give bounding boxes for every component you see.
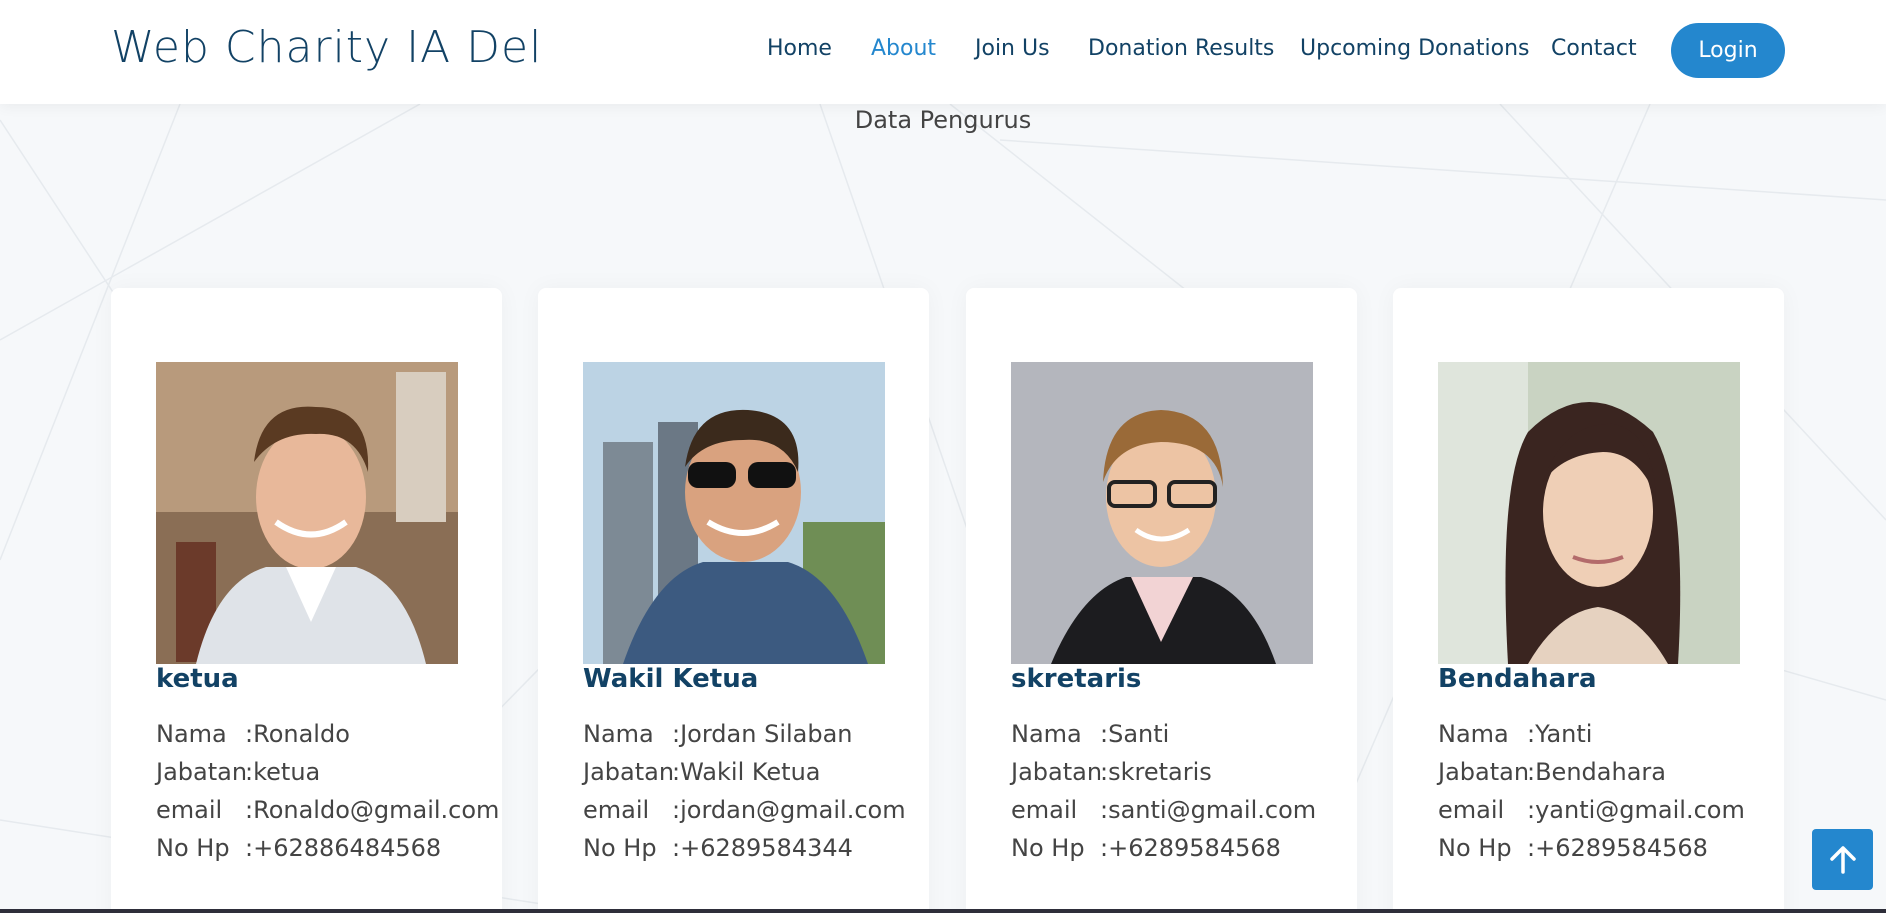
member-card-wakil-ketua: Wakil Ketua Nama: Jordan Silaban Jabatan:… xyxy=(538,288,929,913)
label-nohp: No Hp xyxy=(1438,834,1512,862)
separator: : xyxy=(1100,796,1109,824)
separator: : xyxy=(1527,720,1536,748)
nav-donation-results[interactable]: Donation Results xyxy=(1088,36,1274,61)
info-row-nohp: No Hp: +6289584344 xyxy=(583,834,906,872)
separator: : xyxy=(1100,758,1109,786)
member-role-title: skretaris xyxy=(1011,664,1142,694)
label-jabatan: Jabatan xyxy=(1438,758,1530,786)
info-row-nama: Nama: Santi xyxy=(1011,720,1316,758)
member-card-skretaris: skretaris Nama: Santi Jabatan: skretaris e… xyxy=(966,288,1357,913)
value-jabatan: skretaris xyxy=(1108,758,1212,786)
member-role-title: Wakil Ketua xyxy=(583,664,759,694)
value-nama: Santi xyxy=(1108,720,1170,748)
info-row-jabatan: Jabatan: ketua xyxy=(156,758,499,796)
info-row-nama: Nama: Yanti xyxy=(1438,720,1745,758)
site-header: Web Charity IA Del Home About Join Us Do… xyxy=(0,0,1886,104)
info-row-nohp: No Hp: +62886484568 xyxy=(156,834,499,872)
info-row-email: email: jordan@gmail.com xyxy=(583,796,906,834)
nav-join-us[interactable]: Join Us xyxy=(975,36,1050,61)
arrow-up-icon xyxy=(1829,845,1856,874)
label-nohp: No Hp xyxy=(1011,834,1085,862)
member-card-bendahara: Bendahara Nama: Yanti Jabatan: Bendahara e… xyxy=(1393,288,1784,913)
info-row-email: email: santi@gmail.com xyxy=(1011,796,1316,834)
info-row-jabatan: Jabatan: Bendahara xyxy=(1438,758,1745,796)
value-jabatan: Bendahara xyxy=(1535,758,1666,786)
member-info: Nama: Jordan Silaban Jabatan: Wakil Ketua … xyxy=(583,720,906,872)
scroll-to-top-button[interactable] xyxy=(1812,829,1873,890)
label-nama: Nama xyxy=(583,720,654,748)
member-photo xyxy=(583,362,885,664)
value-jabatan: Wakil Ketua xyxy=(680,758,821,786)
member-card-ketua: ketua Nama: Ronaldo Jabatan: ketua email: R… xyxy=(111,288,502,913)
value-email: jordan@gmail.com xyxy=(680,796,906,824)
separator: : xyxy=(1100,834,1109,862)
member-photo xyxy=(1438,362,1740,664)
member-info: Nama: Santi Jabatan: skretaris email: santi… xyxy=(1011,720,1316,872)
value-nohp: +6289584568 xyxy=(1535,834,1708,862)
separator: : xyxy=(1527,796,1536,824)
value-nama: Ronaldo xyxy=(253,720,350,748)
info-row-email: email: yanti@gmail.com xyxy=(1438,796,1745,834)
separator: : xyxy=(245,796,254,824)
value-nama: Jordan Silaban xyxy=(680,720,853,748)
separator: : xyxy=(245,834,254,862)
member-photo xyxy=(156,362,458,664)
value-nohp: +6289584568 xyxy=(1108,834,1281,862)
info-row-nohp: No Hp: +6289584568 xyxy=(1011,834,1316,872)
value-nama: Yanti xyxy=(1535,720,1593,748)
label-jabatan: Jabatan xyxy=(156,758,248,786)
separator: : xyxy=(672,720,681,748)
section-title: Data Pengurus xyxy=(854,106,1032,134)
nav-upcoming-donations[interactable]: Upcoming Donations xyxy=(1300,36,1530,61)
member-role-title: ketua xyxy=(156,664,239,694)
separator: : xyxy=(672,758,681,786)
separator: : xyxy=(1527,758,1536,786)
nav-about[interactable]: About xyxy=(871,36,936,61)
value-nohp: +6289584344 xyxy=(680,834,853,862)
label-nama: Nama xyxy=(1011,720,1082,748)
label-nama: Nama xyxy=(1438,720,1509,748)
info-row-nama: Nama: Jordan Silaban xyxy=(583,720,906,758)
value-email: yanti@gmail.com xyxy=(1535,796,1745,824)
nav-contact[interactable]: Contact xyxy=(1551,36,1637,61)
separator: : xyxy=(1100,720,1109,748)
nav-home[interactable]: Home xyxy=(767,36,832,61)
separator: : xyxy=(245,720,254,748)
separator: : xyxy=(1527,834,1536,862)
value-jabatan: ketua xyxy=(253,758,321,786)
login-button[interactable]: Login xyxy=(1671,23,1785,78)
value-nohp: +62886484568 xyxy=(253,834,442,862)
separator: : xyxy=(672,796,681,824)
label-email: email xyxy=(156,796,223,824)
member-info: Nama: Yanti Jabatan: Bendahara email: yanti… xyxy=(1438,720,1745,872)
info-row-email: email: Ronaldo@gmail.com xyxy=(156,796,499,834)
separator: : xyxy=(245,758,254,786)
label-email: email xyxy=(1438,796,1505,824)
info-row-jabatan: Jabatan: skretaris xyxy=(1011,758,1316,796)
info-row-nohp: No Hp: +6289584568 xyxy=(1438,834,1745,872)
label-jabatan: Jabatan xyxy=(583,758,675,786)
label-nohp: No Hp xyxy=(156,834,230,862)
value-email: santi@gmail.com xyxy=(1108,796,1317,824)
label-jabatan: Jabatan xyxy=(1011,758,1103,786)
member-info: Nama: Ronaldo Jabatan: ketua email: Ronaldo… xyxy=(156,720,499,872)
value-email: Ronaldo@gmail.com xyxy=(253,796,500,824)
info-row-nama: Nama: Ronaldo xyxy=(156,720,499,758)
bottom-edge xyxy=(0,909,1886,913)
info-row-jabatan: Jabatan: Wakil Ketua xyxy=(583,758,906,796)
separator: : xyxy=(672,834,681,862)
label-nama: Nama xyxy=(156,720,227,748)
member-role-title: Bendahara xyxy=(1438,664,1597,694)
brand-logo[interactable]: Web Charity IA Del xyxy=(111,22,542,73)
label-nohp: No Hp xyxy=(583,834,657,862)
label-email: email xyxy=(583,796,650,824)
member-photo xyxy=(1011,362,1313,664)
label-email: email xyxy=(1011,796,1078,824)
